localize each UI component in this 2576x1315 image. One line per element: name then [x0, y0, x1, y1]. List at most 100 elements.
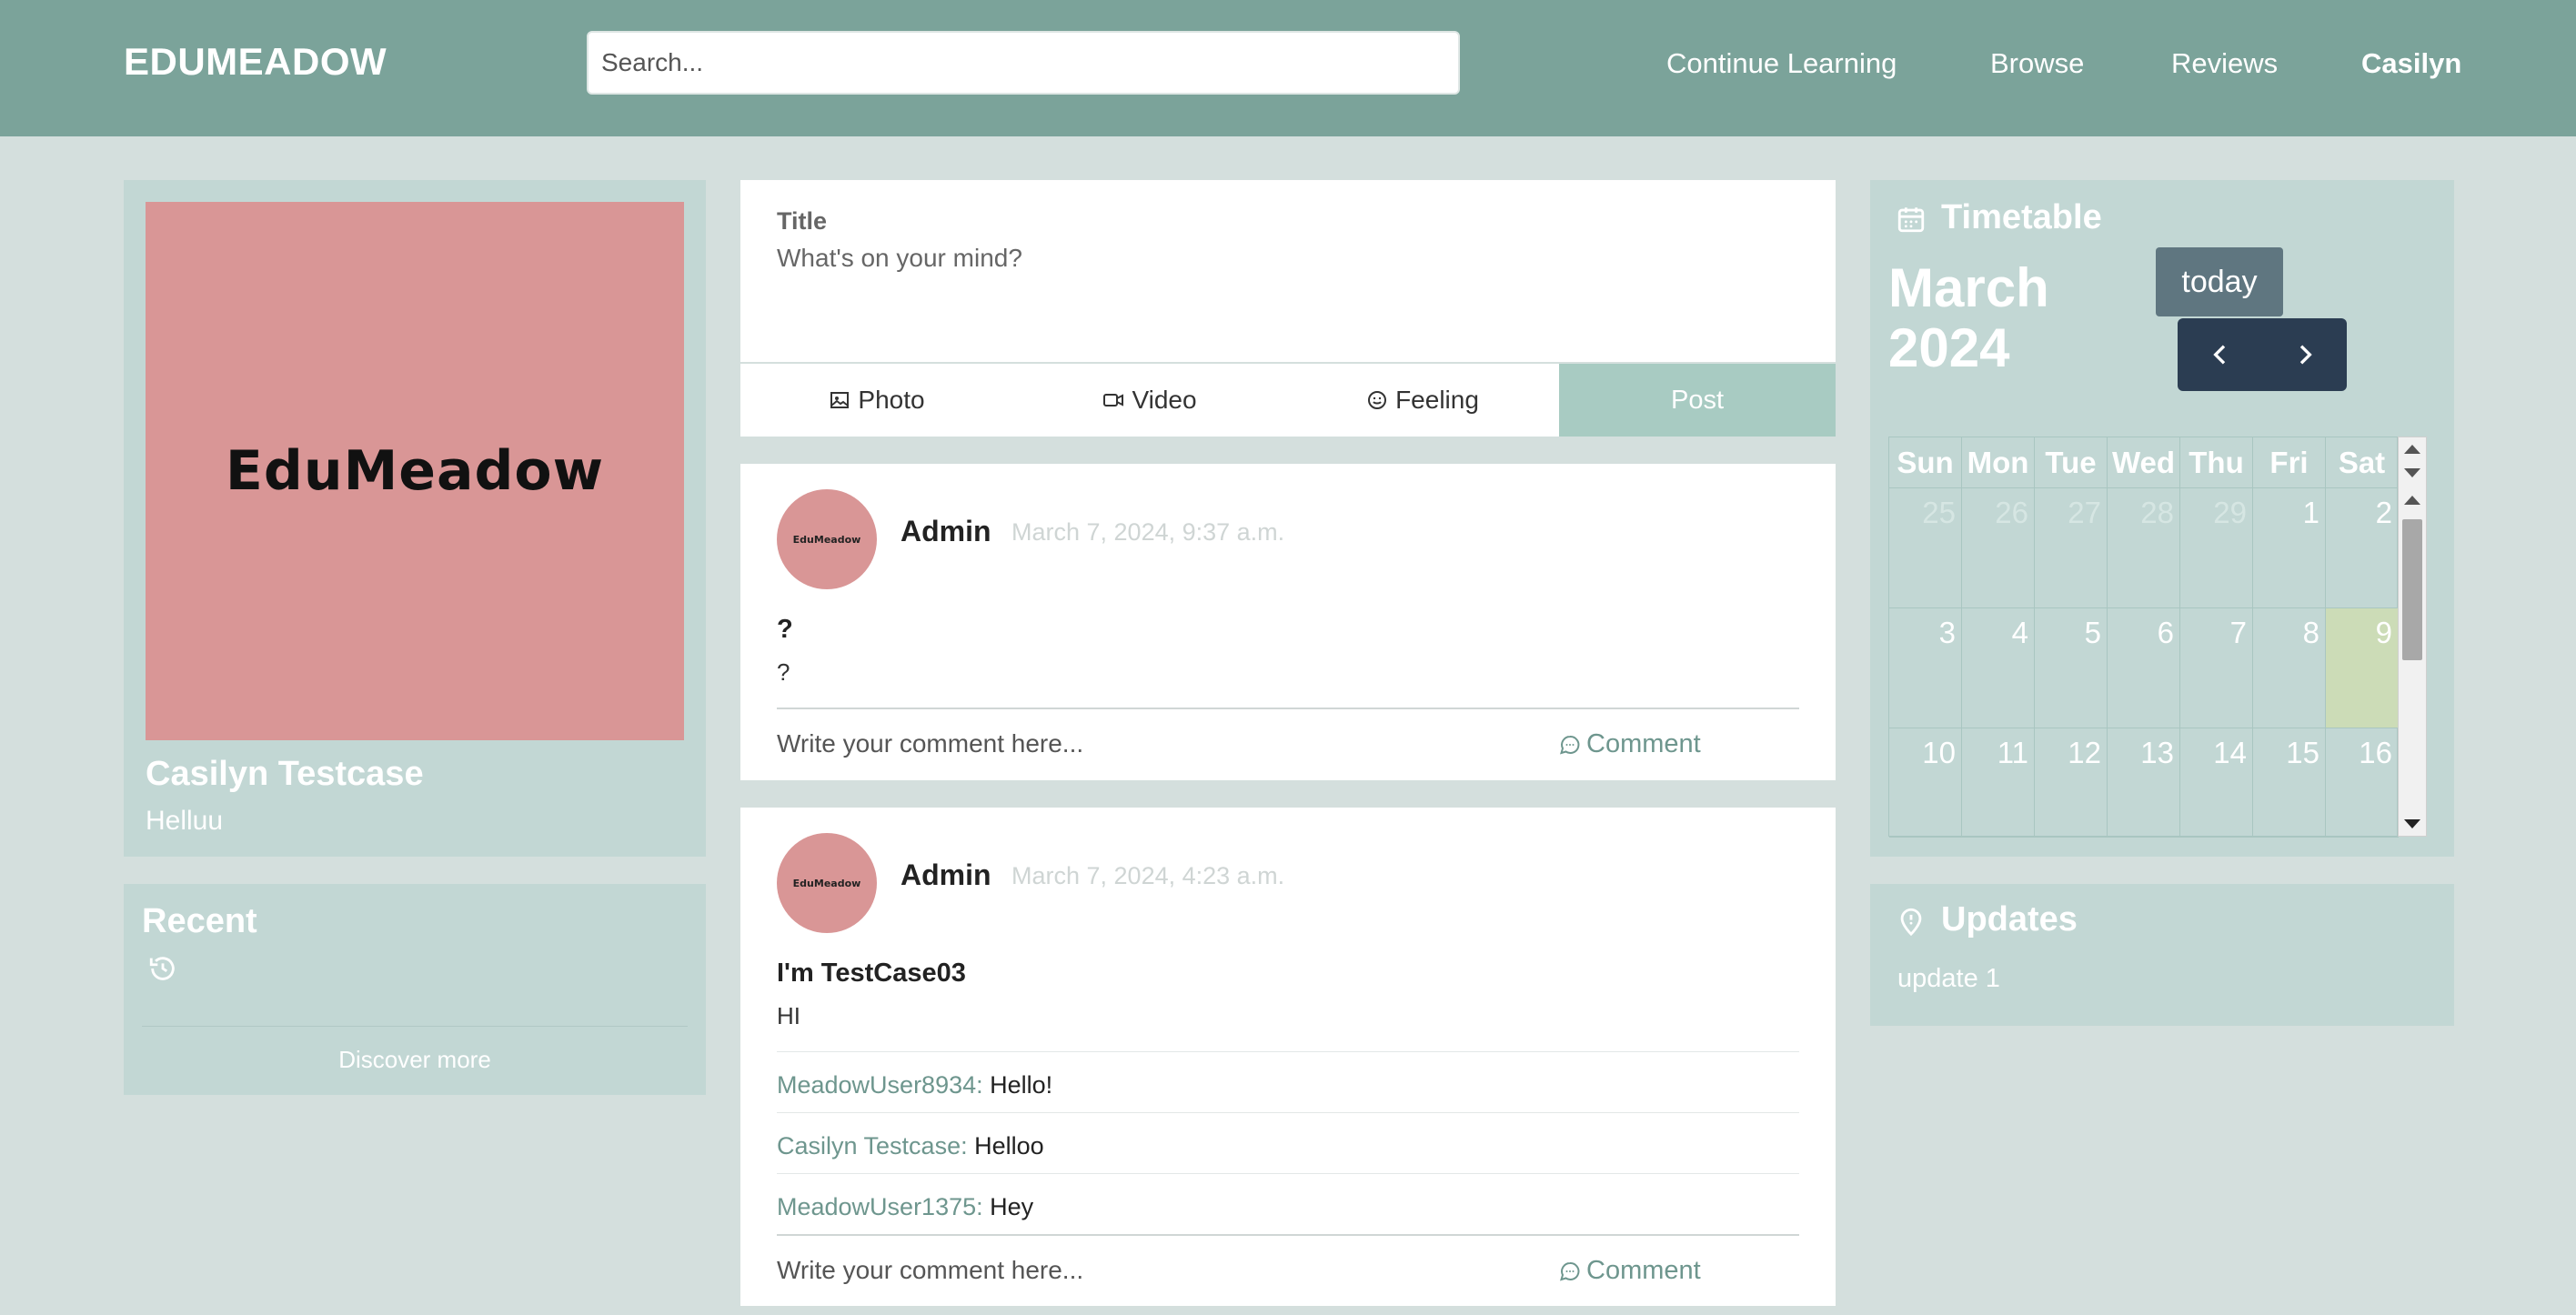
profile-card: EduMeadow Casilyn Testcase Helluu [124, 180, 706, 857]
updates-title: Updates [1941, 900, 2078, 939]
next-month-button[interactable] [2262, 318, 2347, 391]
weekday-header: Fri [2253, 437, 2326, 488]
comment-user[interactable]: MeadowUser8934: [777, 1071, 983, 1099]
nav-browse[interactable]: Browse [1990, 47, 2084, 80]
recent-card: Recent Discover more [124, 884, 706, 1095]
prev-month-button[interactable] [2178, 318, 2262, 391]
updates-card: Updates update 1 [1870, 884, 2454, 1026]
top-navbar: EDUMEADOW Continue Learning Browse Revie… [0, 0, 2576, 136]
composer-title-label: Title [777, 207, 828, 235]
profile-image: EduMeadow [146, 202, 684, 740]
scroll-up-icon[interactable] [2404, 445, 2420, 454]
calendar-day[interactable]: 12 [2035, 728, 2108, 838]
site-logo[interactable]: EDUMEADOW [124, 40, 387, 84]
calendar-day[interactable]: 11 [1962, 728, 2035, 838]
photo-button[interactable]: Photo [740, 364, 1013, 437]
video-button[interactable]: Video [1013, 364, 1286, 437]
recent-title: Recent [142, 902, 257, 940]
post-date: March 7, 2024, 4:23 a.m. [1011, 862, 1285, 889]
calendar-day[interactable]: 8 [2253, 608, 2326, 728]
comment-input[interactable] [777, 1248, 1523, 1293]
divider [142, 1026, 688, 1027]
scroll-down-icon[interactable] [2404, 468, 2420, 477]
comment-user[interactable]: Casilyn Testcase: [777, 1132, 968, 1159]
calendar-day[interactable]: 14 [2180, 728, 2253, 838]
nav-user-profile[interactable]: Casilyn [2361, 47, 2461, 80]
avatar-text: EduMeadow [792, 533, 861, 546]
post-body: ? [777, 658, 790, 686]
comment-button-label: Comment [1586, 729, 1701, 758]
profile-image-text: EduMeadow [225, 439, 605, 503]
today-button[interactable]: today [2156, 247, 2283, 316]
calendar-day[interactable]: 5 [2035, 608, 2108, 728]
calendar-day[interactable]: 25 [1889, 488, 1962, 608]
post-title: I'm TestCase03 [777, 959, 966, 988]
chat-icon [1560, 735, 1580, 754]
chevron-right-icon [2299, 345, 2312, 365]
comment-text: Helloo [967, 1132, 1044, 1159]
calendar-day[interactable]: 15 [2253, 728, 2326, 838]
calendar-day[interactable]: 2 [2326, 488, 2399, 608]
calendar-nav [2178, 318, 2347, 391]
comment-user[interactable]: MeadowUser1375: [777, 1193, 983, 1220]
feeling-label: Feeling [1395, 386, 1479, 414]
post-title: ? [777, 615, 793, 644]
image-icon [830, 392, 850, 408]
search-input[interactable] [587, 31, 1460, 95]
calendar-day-today[interactable]: 9 [2326, 608, 2399, 728]
calendar-day[interactable]: 26 [1962, 488, 2035, 608]
calendar-day[interactable]: 3 [1889, 608, 1962, 728]
weekday-header: Mon [1962, 437, 2035, 488]
post-date: March 7, 2024, 9:37 a.m. [1011, 518, 1285, 546]
video-label: Video [1132, 386, 1197, 414]
comment-button[interactable]: Comment [1559, 1256, 1701, 1286]
chat-icon [1560, 1261, 1580, 1280]
calendar-icon [1897, 207, 1925, 233]
post-text-input[interactable] [777, 244, 1777, 353]
weekday-header: Sun [1889, 437, 1962, 488]
calendar-day[interactable]: 1 [2253, 488, 2326, 608]
calendar-day[interactable]: 29 [2180, 488, 2253, 608]
composer-actions: Photo Video Feeling Post [740, 362, 1836, 437]
post-card: EduMeadow Admin March 7, 2024, 4:23 a.m.… [740, 808, 1836, 1306]
avatar[interactable]: EduMeadow [777, 833, 877, 933]
scroll-up-icon[interactable] [2404, 496, 2420, 505]
calendar-day[interactable]: 27 [2035, 488, 2108, 608]
divider [777, 1234, 1799, 1236]
scroll-thumb[interactable] [2402, 519, 2422, 660]
weekday-header: Sat [2326, 437, 2399, 488]
chevron-left-icon [2212, 345, 2225, 365]
post-author[interactable]: Admin [901, 515, 991, 548]
avatar-text: EduMeadow [792, 877, 861, 889]
post-button[interactable]: Post [1559, 364, 1836, 437]
post-body: HI [777, 1002, 800, 1029]
profile-name[interactable]: Casilyn Testcase [146, 755, 424, 794]
calendar-day[interactable]: 10 [1889, 728, 1962, 838]
map-pin-icon [1900, 908, 1922, 937]
calendar-day[interactable]: 13 [2108, 728, 2180, 838]
post-author[interactable]: Admin [901, 858, 991, 892]
nav-continue-learning[interactable]: Continue Learning [1666, 47, 1897, 80]
divider [777, 1112, 1799, 1113]
calendar-scrollbar[interactable] [2398, 437, 2427, 837]
comment-button[interactable]: Comment [1559, 729, 1701, 759]
calendar-grid: Sun Mon Tue Wed Thu Fri Sat 25 26 27 28 … [1888, 437, 2399, 838]
comment-button-label: Comment [1586, 1256, 1701, 1285]
discover-more-link[interactable]: Discover more [124, 1046, 706, 1074]
comment-item: MeadowUser1375: Hey [777, 1193, 1033, 1221]
avatar[interactable]: EduMeadow [777, 489, 877, 589]
feeling-button[interactable]: Feeling [1286, 364, 1559, 437]
smiley-icon [1368, 391, 1387, 409]
nav-reviews[interactable]: Reviews [2171, 47, 2278, 80]
calendar-day[interactable]: 28 [2108, 488, 2180, 608]
calendar-day[interactable]: 16 [2326, 728, 2399, 838]
calendar-day[interactable]: 6 [2108, 608, 2180, 728]
update-item[interactable]: update 1 [1897, 964, 2000, 994]
comment-input[interactable] [777, 721, 1523, 767]
divider [777, 1173, 1799, 1174]
photo-label: Photo [858, 386, 925, 414]
calendar-day[interactable]: 4 [1962, 608, 2035, 728]
post-composer: Title Photo Video Feeling [740, 180, 1836, 437]
scroll-down-icon[interactable] [2404, 819, 2420, 828]
calendar-day[interactable]: 7 [2180, 608, 2253, 728]
